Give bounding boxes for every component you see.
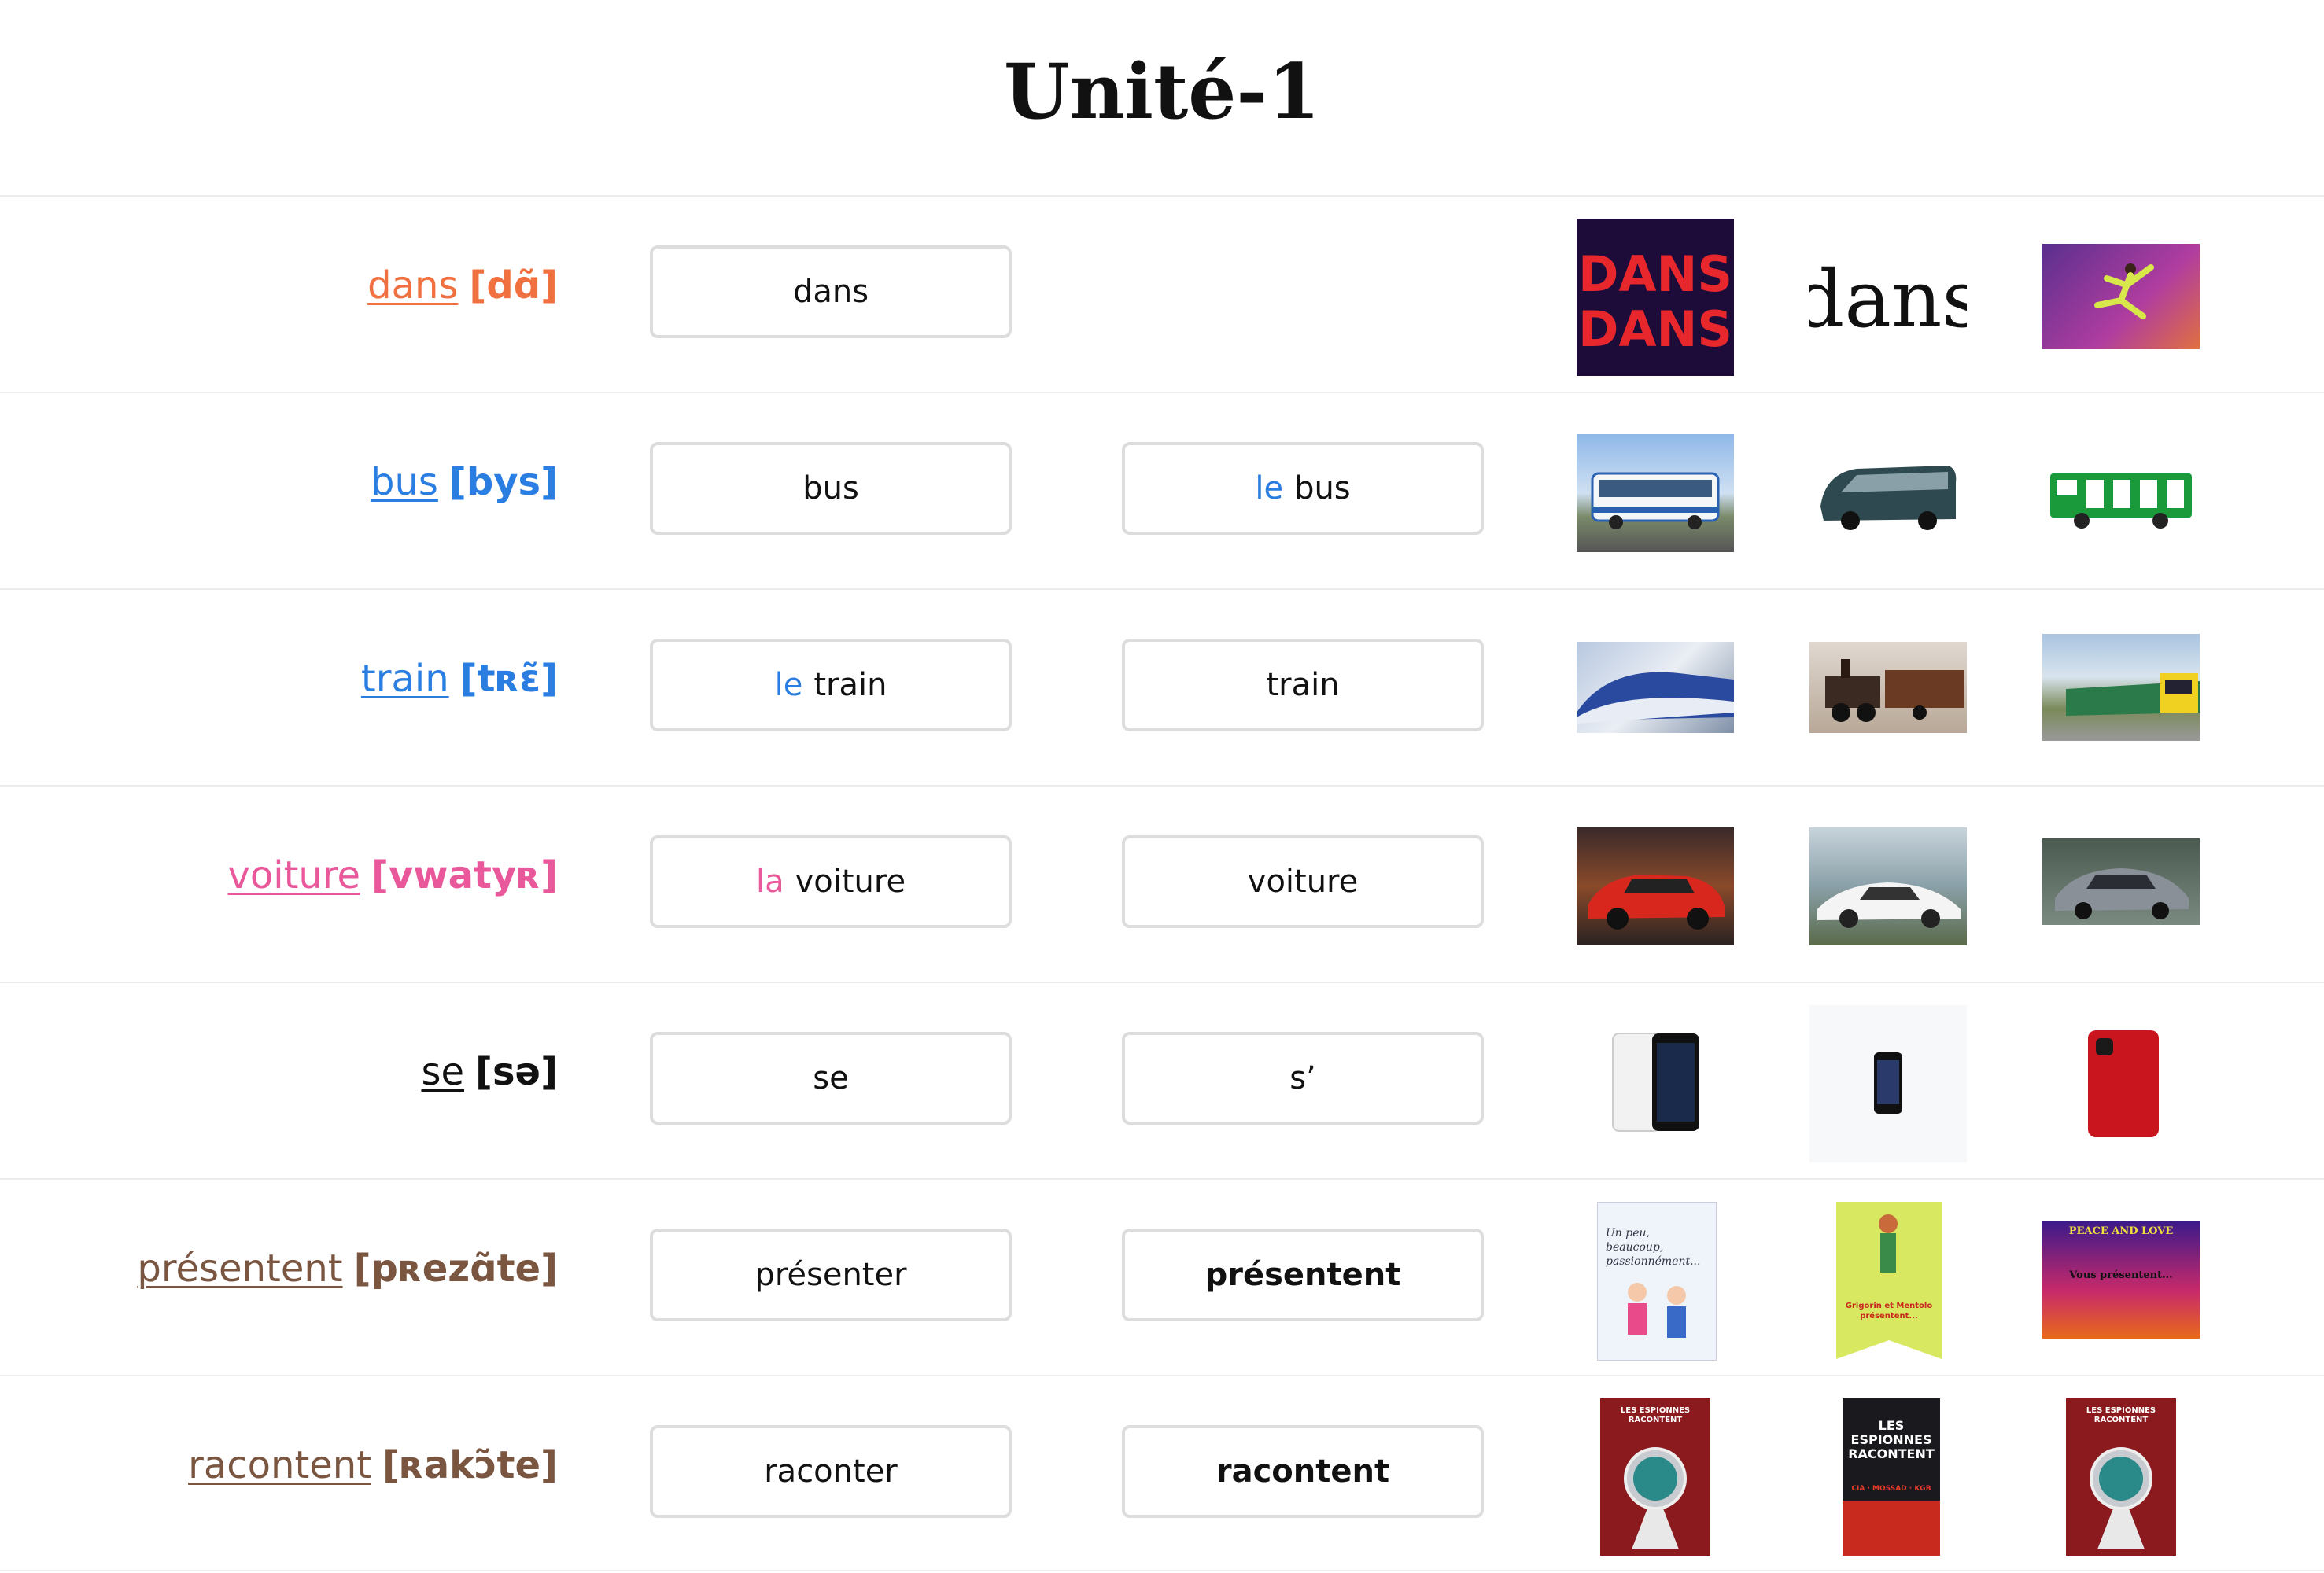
phonetic: [pʀezɑ̃te] bbox=[353, 1247, 558, 1291]
phonetic: [ʀakɔ̃te] bbox=[382, 1443, 558, 1487]
choice-button-1[interactable]: le train bbox=[650, 639, 1012, 731]
black-phone-image[interactable] bbox=[1809, 1005, 1967, 1162]
word-link[interactable]: racontent [ʀakɔ̃te] bbox=[188, 1443, 558, 1487]
word-link[interactable]: train [tʀɛ̃] bbox=[361, 657, 558, 701]
word-text[interactable]: voiture bbox=[227, 853, 360, 897]
phonetic: [vwatyʀ] bbox=[371, 853, 558, 897]
coach-bus-image[interactable] bbox=[1809, 434, 1967, 552]
article-text: le bbox=[774, 667, 803, 703]
dans-logo-image[interactable]: DANS DANS bbox=[1577, 219, 1734, 376]
article-text: le bbox=[1255, 470, 1284, 507]
peace-love-text: PEACE AND LOVE bbox=[2068, 1225, 2174, 1237]
green-bus-icon-image[interactable] bbox=[2042, 434, 2200, 552]
word-link[interactable]: se [sə] bbox=[421, 1050, 558, 1094]
choice-button-1[interactable]: raconter bbox=[650, 1425, 1012, 1518]
green-poster-text: Grigorin et Mentolo présentent... bbox=[1845, 1302, 1933, 1321]
article-text: la bbox=[755, 864, 784, 900]
espionnes-book-2-image[interactable]: LES ESPIONNES RACONTENT CIA · MOSSAD · K… bbox=[1843, 1398, 1940, 1556]
book-title-text: LES ESPIONNES RACONTENT bbox=[1848, 1418, 1935, 1461]
choice-button-1[interactable]: se bbox=[650, 1032, 1012, 1125]
choice-text: s’ bbox=[1289, 1060, 1316, 1096]
choice-button-2[interactable]: le bus bbox=[1122, 442, 1484, 535]
steam-train-image[interactable] bbox=[1809, 642, 1967, 733]
vous-presentent-text: Vous présentent... bbox=[2069, 1269, 2173, 1281]
choice-text: train bbox=[813, 667, 887, 703]
espionnes-book-3-image[interactable]: LES ESPIONNES RACONTENT bbox=[2066, 1398, 2176, 1556]
choice-text: train bbox=[1266, 667, 1340, 703]
word-link[interactable]: voiture [vwatyʀ] bbox=[227, 853, 558, 897]
choice-text: se bbox=[813, 1060, 849, 1096]
phonetic: [tʀɛ̃] bbox=[459, 657, 558, 701]
white-phone-image[interactable] bbox=[1577, 1024, 1734, 1142]
phonetic: [sə] bbox=[475, 1050, 558, 1094]
red-phone-image[interactable] bbox=[2042, 1024, 2200, 1142]
word-link[interactable]: dans [dɑ̃] bbox=[367, 263, 558, 308]
word-link[interactable]: bus [bys] bbox=[371, 460, 558, 504]
choice-text: racontent bbox=[1215, 1453, 1390, 1490]
choice-button-1[interactable]: bus bbox=[650, 442, 1012, 535]
choice-text: présenter bbox=[754, 1257, 907, 1293]
phonetic: [dɑ̃] bbox=[469, 263, 558, 308]
book-subtitle-text: CIA · MOSSAD · KGB bbox=[1851, 1485, 1931, 1493]
logo-text-line1: DANS bbox=[1578, 245, 1732, 303]
choice-button-2[interactable]: racontent bbox=[1122, 1425, 1484, 1518]
espionnes-book-1-image[interactable]: LES ESPIONNES RACONTENT bbox=[1600, 1398, 1710, 1556]
high-speed-train-image[interactable] bbox=[1577, 642, 1734, 733]
choice-text: voiture bbox=[1247, 864, 1359, 900]
vocab-row-se: se [sə] se s’ bbox=[0, 982, 2324, 1180]
divider bbox=[0, 1570, 2324, 1571]
choice-text: bus bbox=[1294, 470, 1351, 507]
commuter-train-image[interactable] bbox=[2042, 634, 2200, 741]
word-text[interactable]: bus bbox=[371, 460, 438, 504]
word-text[interactable]: train bbox=[361, 657, 449, 701]
dans-word-text: dans bbox=[1809, 252, 1967, 345]
choice-button-2[interactable]: voiture bbox=[1122, 835, 1484, 928]
grey-car-image[interactable] bbox=[2042, 838, 2200, 925]
city-bus-image[interactable] bbox=[1577, 434, 1734, 552]
vocab-row-bus: bus [bys] bus le bus bbox=[0, 392, 2324, 590]
choice-button-1[interactable]: présenter bbox=[650, 1229, 1012, 1321]
choice-button-2[interactable]: s’ bbox=[1122, 1032, 1484, 1125]
peace-and-love-cover-image[interactable]: PEACE AND LOVE Vous présentent... bbox=[2042, 1221, 2200, 1339]
book-title-text: LES ESPIONNES RACONTENT bbox=[1620, 1406, 1691, 1424]
comic-book-cover-image[interactable]: Un peu, beaucoup, passionnément... bbox=[1597, 1202, 1717, 1361]
word-text[interactable]: se bbox=[421, 1050, 464, 1094]
vocab-row-presentent: présentent [pʀezɑ̃te] présenter présenten… bbox=[0, 1178, 2324, 1376]
choice-button-1[interactable]: la voiture bbox=[650, 835, 1012, 928]
vocab-row-train: train [tʀɛ̃] le train train bbox=[0, 588, 2324, 786]
choice-text: voiture bbox=[795, 864, 906, 900]
word-text[interactable]: dans bbox=[367, 263, 458, 308]
dancer-image[interactable] bbox=[2042, 244, 2200, 349]
choice-button-1[interactable]: dans bbox=[650, 245, 1012, 338]
vocab-row-voiture: voiture [vwatyʀ] la voiture voiture bbox=[0, 785, 2324, 983]
choice-text: dans bbox=[792, 274, 869, 310]
word-text[interactable]: présentent bbox=[137, 1247, 342, 1291]
choice-button-2[interactable]: train bbox=[1122, 639, 1484, 731]
vocab-row-dans: dans [dɑ̃] dans DANS DANS dans bbox=[0, 195, 2324, 393]
choice-text: bus bbox=[802, 470, 859, 507]
green-poster-image[interactable]: Grigorin et Mentolo présentent... bbox=[1836, 1202, 1942, 1359]
book-title-text: LES ESPIONNES RACONTENT bbox=[2086, 1406, 2156, 1424]
white-supercar-image[interactable] bbox=[1809, 827, 1967, 945]
word-link[interactable]: présentent [pʀezɑ̃te] bbox=[137, 1247, 558, 1291]
dans-word-image[interactable]: dans bbox=[1809, 228, 1967, 370]
word-text[interactable]: racontent bbox=[188, 1443, 371, 1487]
choice-text: raconter bbox=[764, 1453, 898, 1490]
red-car-image[interactable] bbox=[1577, 827, 1734, 945]
choice-button-2[interactable]: présentent bbox=[1122, 1229, 1484, 1321]
comic-cover-text: Un peu, beaucoup, passionnément... bbox=[1606, 1227, 1701, 1268]
phonetic: [bys] bbox=[448, 460, 558, 504]
page-title: Unité-1 bbox=[1003, 47, 1321, 136]
logo-text-line2: DANS bbox=[1578, 300, 1732, 358]
vocab-row-racontent: racontent [ʀakɔ̃te] raconter racontent LE… bbox=[0, 1375, 2324, 1573]
choice-text: présentent bbox=[1204, 1257, 1401, 1293]
